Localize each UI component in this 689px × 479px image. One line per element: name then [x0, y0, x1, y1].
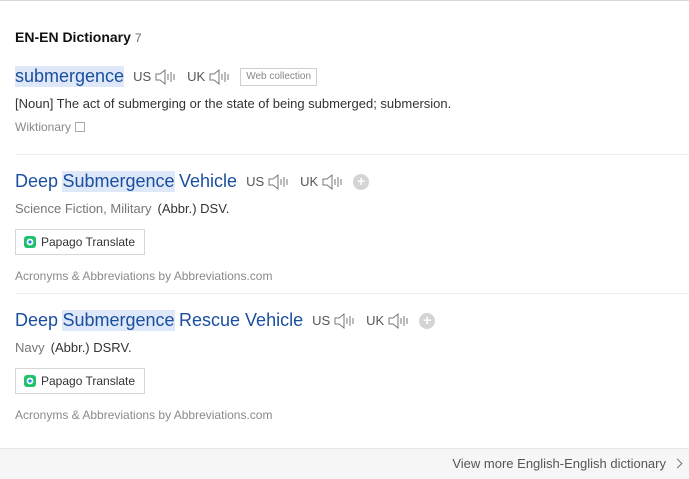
us-pronunciation[interactable]: US [312, 312, 357, 330]
speaker-icon[interactable] [267, 173, 291, 191]
us-label: US [246, 174, 265, 189]
dictionary-entry: Deep Submergence Rescue Vehicle US UK + … [15, 310, 689, 422]
us-label: US [312, 313, 331, 328]
papago-translate-button[interactable]: Papago Translate [15, 368, 146, 394]
dictionary-entry: Deep Submergence Vehicle US UK + Science… [15, 171, 689, 283]
add-icon[interactable]: + [353, 173, 370, 190]
external-link-icon[interactable] [75, 122, 86, 132]
top-divider [0, 0, 689, 1]
source-label[interactable]: Acronyms & Abbreviations by Abbreviation… [15, 408, 272, 422]
papago-label: Papago Translate [41, 374, 136, 388]
papago-translate-button[interactable]: Papago Translate [15, 229, 146, 255]
uk-label: UK [187, 69, 206, 84]
entry-divider [15, 293, 689, 294]
speaker-icon[interactable] [387, 312, 411, 330]
abbreviation: (Abbr.) DSRV. [50, 340, 132, 355]
entry-word-highlight[interactable]: Submergence [62, 171, 175, 192]
speaker-icon[interactable] [154, 68, 178, 86]
view-more-link[interactable]: View more English-English dictionary [452, 456, 683, 471]
entry-word-part[interactable]: Rescue Vehicle [179, 310, 303, 331]
us-label: US [133, 69, 152, 84]
add-icon[interactable]: + [419, 312, 436, 329]
abbreviation: (Abbr.) DSV. [157, 201, 230, 216]
entry-word-part[interactable]: Vehicle [179, 171, 237, 192]
speaker-icon[interactable] [333, 312, 357, 330]
uk-pronunciation[interactable]: UK [366, 312, 411, 330]
papago-icon [24, 236, 36, 248]
source-link[interactable]: Wiktionary [15, 120, 689, 134]
source-link[interactable]: Acronyms & Abbreviations by Abbreviation… [15, 269, 689, 283]
source-link[interactable]: Acronyms & Abbreviations by Abbreviation… [15, 408, 689, 422]
entry-word[interactable]: submergence [15, 66, 125, 87]
section-title: EN-EN Dictionary 7 [15, 29, 142, 45]
source-label[interactable]: Wiktionary [15, 120, 71, 134]
entry-divider [15, 154, 689, 155]
definition: [Noun] The act of submerging or the stat… [15, 96, 452, 111]
papago-icon [24, 375, 36, 387]
speaker-icon[interactable] [321, 173, 345, 191]
us-pronunciation[interactable]: US [246, 173, 291, 191]
category: Navy [15, 340, 45, 355]
papago-label: Papago Translate [41, 235, 136, 249]
entry-word-part[interactable]: Deep [15, 171, 58, 192]
uk-label: UK [366, 313, 385, 328]
source-label[interactable]: Acronyms & Abbreviations by Abbreviation… [15, 269, 272, 283]
chevron-right-icon [672, 458, 683, 469]
web-collection-tag[interactable]: Web collection [240, 67, 318, 86]
entry-word-highlight[interactable]: Submergence [62, 310, 175, 331]
footer-bar: View more English-English dictionary [0, 448, 689, 479]
uk-pronunciation[interactable]: UK [187, 68, 232, 86]
dictionary-entry: submergence US UK Web collection [Noun] … [15, 66, 689, 134]
category: Science Fiction, Military [15, 201, 152, 216]
speaker-icon[interactable] [208, 68, 232, 86]
uk-pronunciation[interactable]: UK [300, 173, 345, 191]
view-more-label[interactable]: View more English-English dictionary [452, 456, 666, 471]
entry-word-part[interactable]: Deep [15, 310, 58, 331]
uk-label: UK [300, 174, 319, 189]
result-count: 7 [134, 31, 142, 45]
us-pronunciation[interactable]: US [133, 68, 178, 86]
section-title-text: EN-EN Dictionary [15, 29, 131, 45]
